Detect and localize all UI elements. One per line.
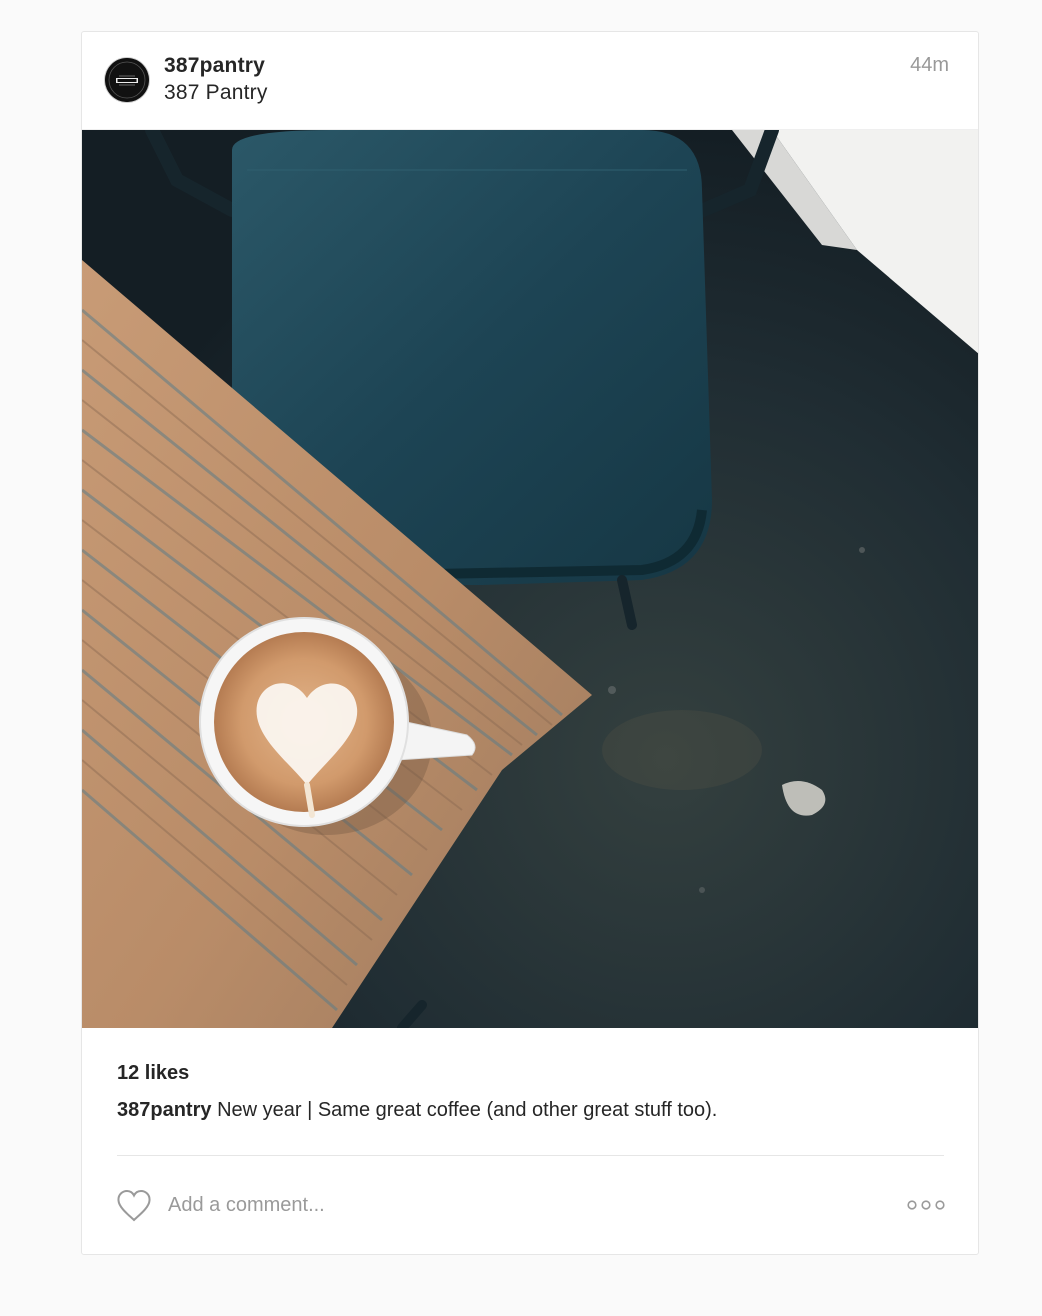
heart-icon [117,1189,151,1222]
avatar[interactable] [105,58,149,102]
post-photo[interactable] [82,130,978,1028]
caption-username[interactable]: 387pantry [117,1099,212,1121]
latte-photo [82,130,978,1028]
post-username[interactable]: 387pantry [164,54,265,78]
post-caption: 387pantry New year | Same great coffee (… [117,1099,717,1122]
more-options-icon [907,1200,945,1210]
caption-text: New year | Same great coffee (and other … [217,1099,718,1121]
comment-input[interactable] [168,1190,868,1220]
post-timestamp[interactable]: 44m [910,54,949,77]
pantry-logo-icon [105,58,149,102]
post-location[interactable]: 387 Pantry [164,81,268,105]
post-card: 387pantry 387 Pantry 44m 12 likes 387pan… [81,31,979,1255]
likes-count[interactable]: 12 likes [117,1062,189,1085]
post-header: 387pantry 387 Pantry 44m [82,32,978,130]
like-button[interactable] [116,1189,152,1223]
comment-bar [82,1156,978,1254]
more-options-button[interactable] [906,1196,946,1214]
